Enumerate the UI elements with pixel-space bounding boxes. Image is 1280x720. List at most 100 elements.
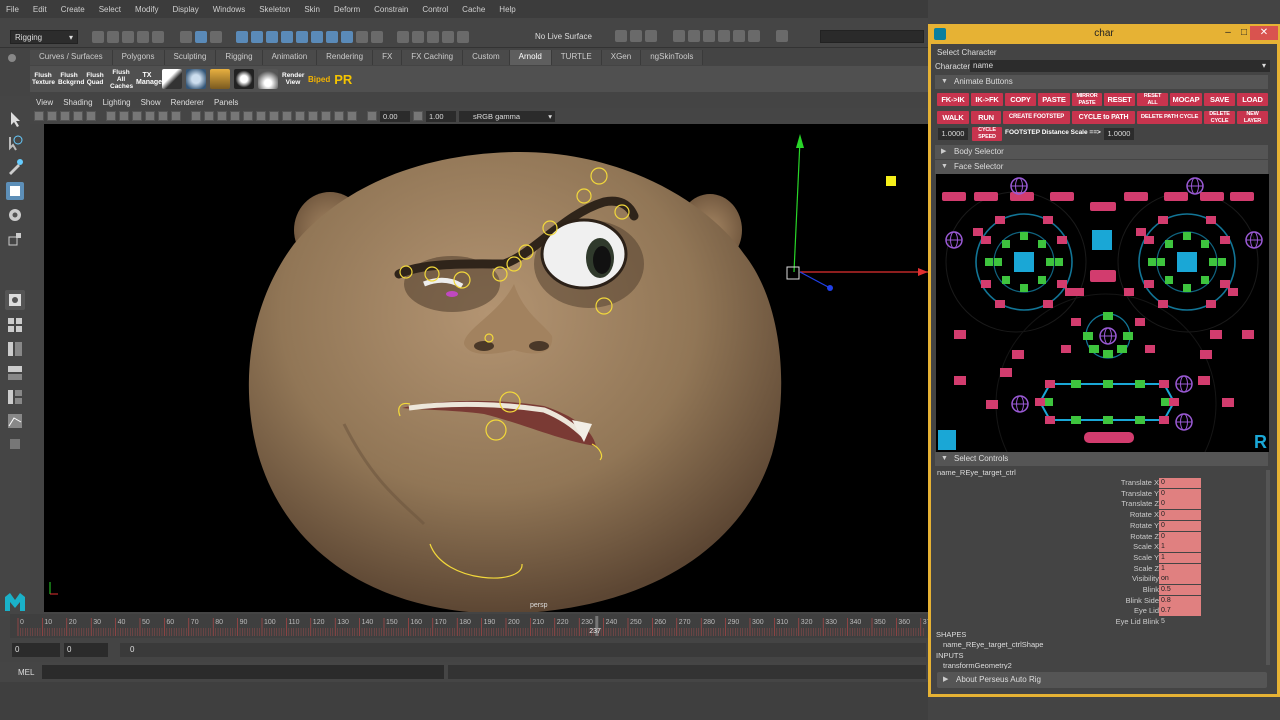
flush-texture-button[interactable]: Flush Texture xyxy=(32,72,55,86)
load-button[interactable]: LOAD xyxy=(1237,93,1268,106)
mirror-paste-button[interactable]: MIRROR PASTE xyxy=(1072,93,1102,106)
brow-control[interactable] xyxy=(1200,192,1224,201)
menu-control[interactable]: Control xyxy=(422,5,448,14)
eye-area-control[interactable] xyxy=(1057,236,1067,244)
lip-control[interactable] xyxy=(1071,416,1081,424)
undo-icon[interactable] xyxy=(137,31,149,43)
copy-button[interactable]: COPY xyxy=(1005,93,1036,106)
face-area-control[interactable] xyxy=(954,330,966,339)
shelf-tab-arnold[interactable]: Arnold xyxy=(509,50,552,65)
manip-y-axis[interactable] xyxy=(793,139,801,273)
redo-icon[interactable] xyxy=(152,31,164,43)
mocap-button[interactable]: MOCAP xyxy=(1170,93,1202,106)
channel-value[interactable]: 5 xyxy=(1159,617,1201,627)
channel-row[interactable]: Visibility on xyxy=(935,574,1270,585)
mask-icon[interactable] xyxy=(281,31,293,43)
lip-corner-control[interactable] xyxy=(1035,398,1045,406)
eye-lid-control[interactable] xyxy=(1183,232,1191,240)
new-layer-button[interactable]: NEW LAYER xyxy=(1237,111,1268,124)
mel-input[interactable] xyxy=(42,665,444,679)
eye-area-control[interactable] xyxy=(1043,216,1053,224)
mask-icon[interactable] xyxy=(251,31,263,43)
xray-icon[interactable] xyxy=(321,111,331,121)
shelf-gear-icon[interactable] xyxy=(6,52,20,92)
panel-icon[interactable] xyxy=(748,30,760,42)
cycle-speed-button[interactable]: CYCLE SPEED xyxy=(972,127,1002,141)
gamma-field[interactable]: 1.00 xyxy=(426,110,456,122)
channel-row[interactable]: Rotate X0 xyxy=(935,510,1270,521)
lip-corner-control[interactable] xyxy=(1169,398,1179,406)
brow-control[interactable] xyxy=(1050,192,1074,201)
shelf-tab-rigging[interactable]: Rigging xyxy=(216,50,263,65)
manip-x-arrow[interactable] xyxy=(918,268,928,276)
brow-control[interactable] xyxy=(1124,192,1148,201)
manip-z-handle[interactable] xyxy=(827,285,833,291)
anti-alias-icon[interactable] xyxy=(295,111,305,121)
channel-row[interactable]: Rotate Z0 xyxy=(935,531,1270,543)
isolate-select-icon[interactable] xyxy=(308,111,318,121)
selected-eye-control[interactable] xyxy=(446,291,458,297)
face-area-control[interactable] xyxy=(1012,350,1024,359)
viewport-menu-renderer[interactable]: Renderer xyxy=(171,98,204,107)
menu-file[interactable]: File xyxy=(6,5,19,14)
panel-icon[interactable] xyxy=(718,30,730,42)
wireframe-on-shaded-icon[interactable] xyxy=(217,111,227,121)
lip-corner-control[interactable] xyxy=(1159,416,1169,424)
channel-value[interactable]: 1 xyxy=(1159,552,1201,563)
panel-icon[interactable] xyxy=(703,30,715,42)
face-area-control[interactable] xyxy=(1000,368,1012,377)
menuset-dropdown[interactable]: Rigging ▾ xyxy=(10,30,78,44)
smooth-shade-icon[interactable] xyxy=(204,111,214,121)
safe-action-icon[interactable] xyxy=(158,111,168,121)
eye-lid-control[interactable] xyxy=(1218,258,1226,266)
head-control[interactable] xyxy=(938,430,956,450)
eye-lid-control[interactable] xyxy=(1201,276,1209,284)
select-controls-header[interactable]: ▼ Select Controls xyxy=(935,452,1268,466)
channel-row[interactable]: Translate Z0 xyxy=(935,499,1270,510)
menu-constrain[interactable]: Constrain xyxy=(374,5,408,14)
time-slider[interactable]: 0 10 20 30 40 50 60 70 80 90 100 110 120 130 140 150 160… xyxy=(10,614,935,638)
run-button[interactable]: RUN xyxy=(971,111,1001,124)
menu-help[interactable]: Help xyxy=(499,5,515,14)
close-icon[interactable]: ✕ xyxy=(1250,26,1278,40)
snap-view-icon[interactable] xyxy=(442,31,454,43)
eye-lid-control[interactable] xyxy=(1165,276,1173,284)
menu-deform[interactable]: Deform xyxy=(334,5,360,14)
viewport-menu-lighting[interactable]: Lighting xyxy=(103,98,131,107)
mesh-light-icon[interactable] xyxy=(210,69,230,89)
shelf-tab-fx-caching[interactable]: FX Caching xyxy=(402,50,464,65)
film-gate-icon[interactable] xyxy=(106,111,116,121)
eye-area-control[interactable] xyxy=(1220,280,1230,288)
create-footstep-button[interactable]: CREATE FOOTSTEP xyxy=(1003,111,1070,124)
flush-background-button[interactable]: Flush Bckgrnd xyxy=(58,72,84,86)
shelf-tab-animation[interactable]: Animation xyxy=(262,50,318,65)
eye-main-control[interactable] xyxy=(1014,252,1034,272)
face-area-control[interactable] xyxy=(954,376,966,385)
lip-control[interactable] xyxy=(1135,380,1145,388)
photometric-light-icon[interactable] xyxy=(234,69,254,89)
xray-components-icon[interactable] xyxy=(347,111,357,121)
exposure-field[interactable]: 0.00 xyxy=(380,110,410,122)
channel-row[interactable]: Blink Side 0.8 xyxy=(935,595,1270,607)
eye-area-control[interactable] xyxy=(1144,236,1154,244)
grid-icon[interactable] xyxy=(86,111,96,121)
face-picker-canvas[interactable]: R xyxy=(936,174,1269,452)
face-picker[interactable]: R xyxy=(936,174,1269,452)
target-locator[interactable] xyxy=(886,176,896,186)
layout-single-icon[interactable] xyxy=(5,290,25,310)
brow-control[interactable] xyxy=(974,192,998,201)
eye-area-control[interactable] xyxy=(1057,280,1067,288)
rotate-icon[interactable] xyxy=(6,206,24,224)
menu-create[interactable]: Create xyxy=(61,5,85,14)
eye-area-control[interactable] xyxy=(1220,236,1230,244)
reset-button[interactable]: RESET xyxy=(1104,93,1135,106)
eye-lid-control[interactable] xyxy=(1020,232,1028,240)
lights-icon[interactable] xyxy=(243,111,253,121)
reset-all-button[interactable]: RESET ALL xyxy=(1137,93,1168,106)
menu-modify[interactable]: Modify xyxy=(135,5,159,14)
channel-value[interactable]: 1 xyxy=(1159,563,1201,574)
eye-lid-control[interactable] xyxy=(994,258,1002,266)
layout-graph-icon[interactable] xyxy=(6,412,24,430)
chin-control[interactable] xyxy=(1084,432,1134,443)
walk-button[interactable]: WALK xyxy=(937,111,969,124)
